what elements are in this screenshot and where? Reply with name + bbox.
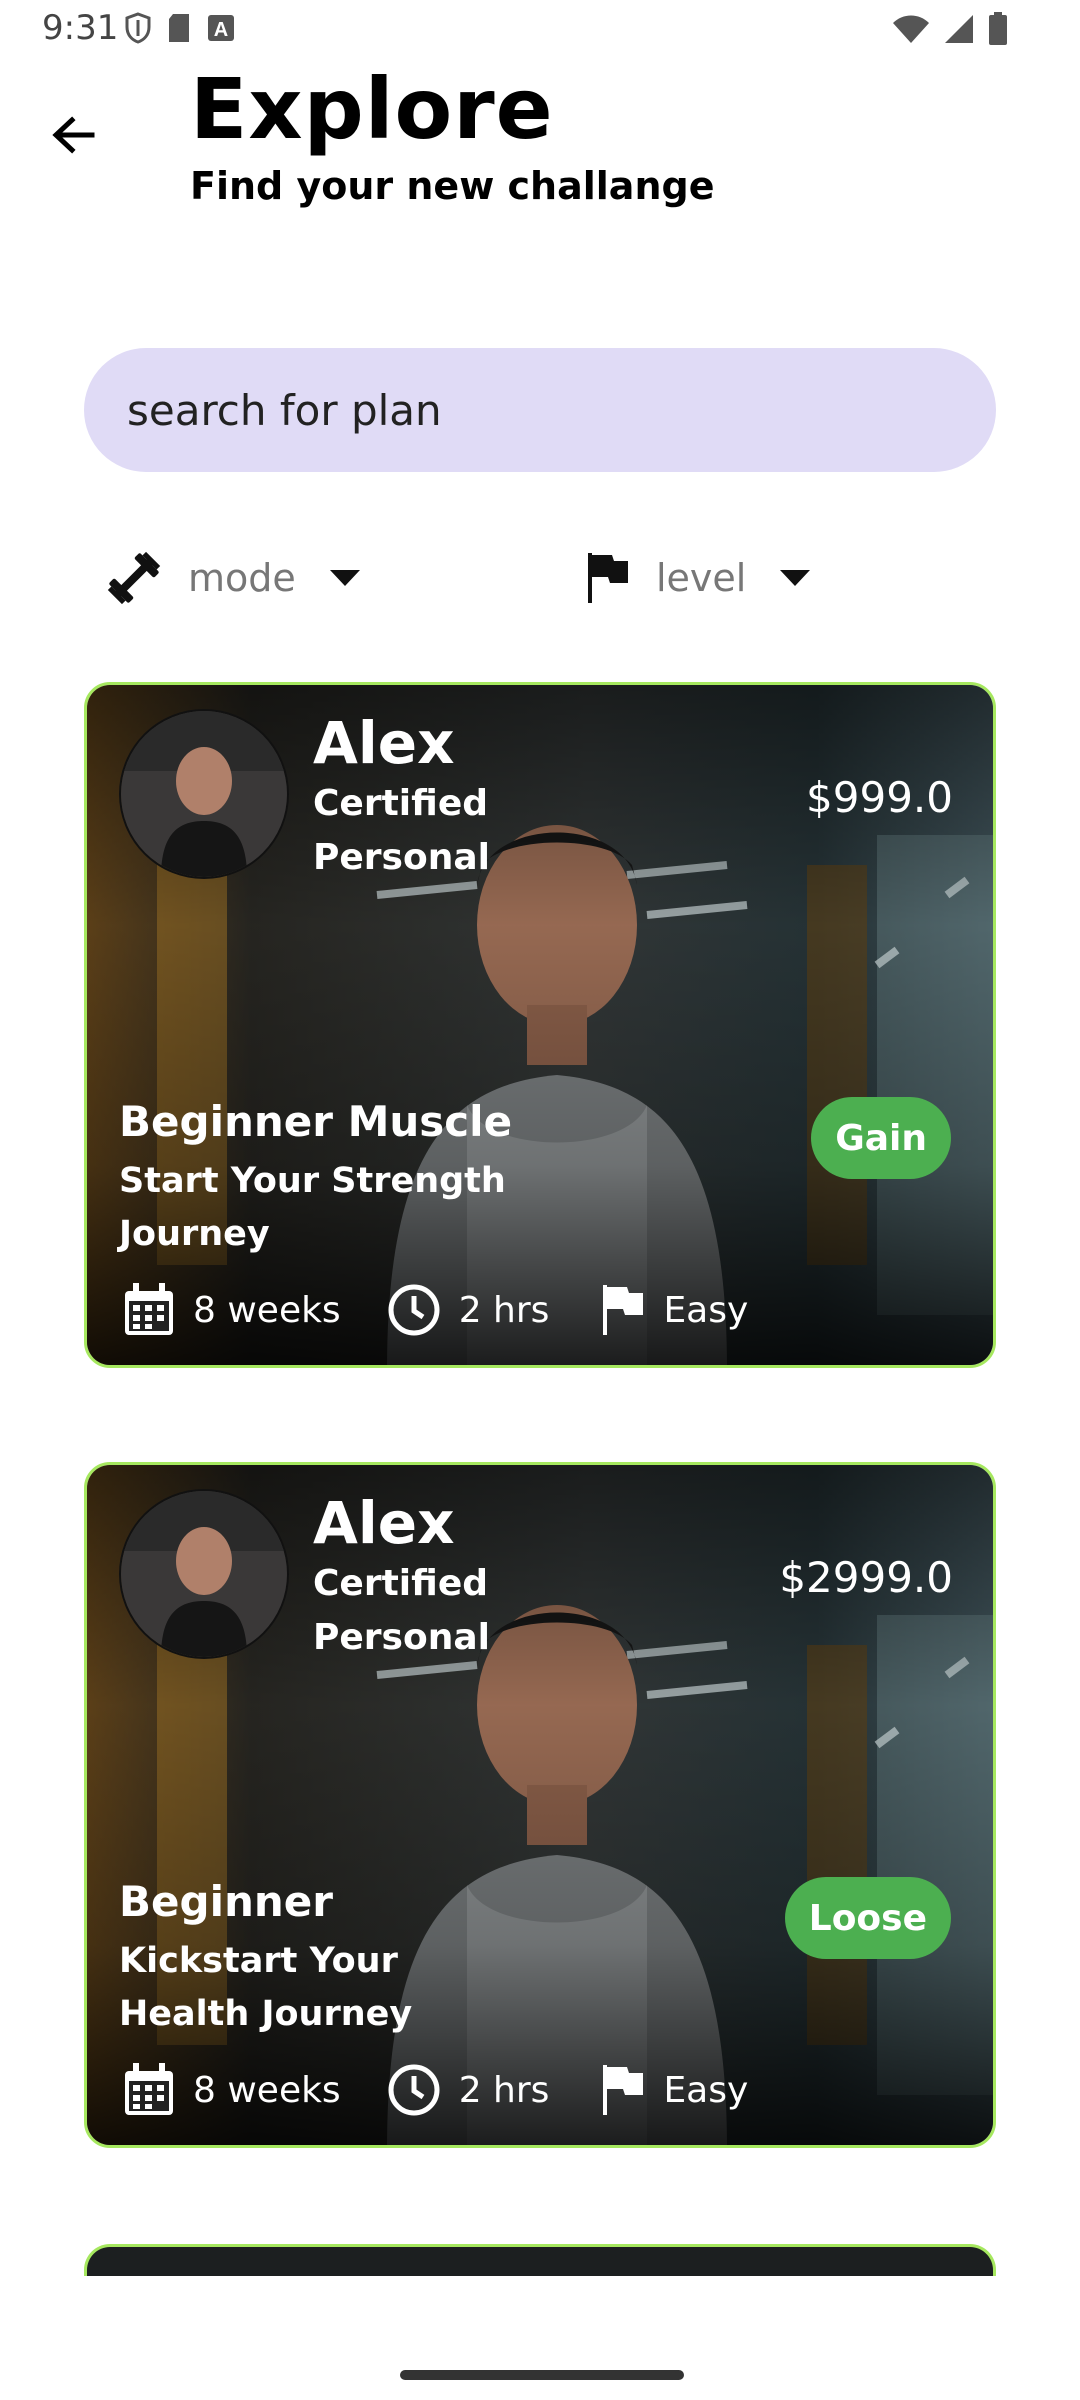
plan-name: Beginner [119, 1877, 333, 1926]
home-indicator[interactable] [400, 2370, 684, 2380]
dumbbell-icon [107, 551, 161, 605]
calendar-icon [125, 1283, 173, 1335]
goal-badge: Gain [811, 1097, 951, 1179]
plan-card[interactable]: Alex Certified Personal $999.0 Beginner … [84, 682, 996, 1368]
clock-icon [388, 1284, 440, 1336]
level-dropdown[interactable]: level [586, 548, 811, 608]
dropdown-arrow-icon [780, 570, 811, 586]
plan-card[interactable]: Alex Certified Personal $2999.0 Beginner… [84, 1462, 996, 2148]
plan-level: Easy [663, 1289, 749, 1331]
status-time: 9:31 [42, 8, 119, 48]
trainer-avatar[interactable] [119, 1489, 289, 1659]
text-icon: A [208, 15, 234, 41]
back-button[interactable] [40, 102, 106, 168]
flag-icon [588, 553, 628, 603]
level-label: level [656, 556, 747, 600]
plan-price: $999.0 [806, 773, 953, 822]
trainer-title: Certified Personal [313, 1563, 490, 1658]
plan-description: Start Your Strength Journey [119, 1161, 506, 1254]
calendar-icon [125, 2063, 173, 2115]
arrow-back-icon [52, 116, 95, 154]
clock-icon [388, 2064, 440, 2116]
plan-level: Easy [663, 2069, 749, 2111]
flag-icon [603, 2065, 644, 2115]
page-subtitle: Find your new challange [190, 164, 715, 208]
status-bar: 9:31 A [0, 0, 1080, 60]
svg-text:A: A [214, 19, 228, 41]
plan-price: $2999.0 [779, 1553, 953, 1602]
search-input[interactable]: search for plan [84, 348, 996, 472]
flag-icon [603, 1285, 644, 1335]
trainer-name: Alex [313, 709, 455, 777]
trainer-title: Certified Personal [313, 783, 490, 878]
trainer-avatar[interactable] [119, 709, 289, 879]
shield-icon [125, 12, 151, 44]
battery-icon [989, 12, 1007, 45]
plan-time: 2 hrs [458, 1289, 550, 1331]
search-placeholder: search for plan [127, 385, 442, 435]
bottom-area [0, 2276, 1080, 2400]
mode-dropdown[interactable]: mode [106, 548, 360, 608]
sd-card-icon [169, 14, 189, 42]
plan-name: Beginner Muscle [119, 1097, 513, 1146]
plan-description: Kickstart Your Health Journey [119, 1941, 413, 2034]
goal-badge: Loose [784, 1877, 951, 1959]
plan-duration: 8 weeks [193, 1289, 341, 1331]
mode-label: mode [188, 556, 296, 600]
page-title: Explore [190, 60, 554, 158]
signal-icon [945, 15, 973, 43]
trainer-name: Alex [313, 1489, 455, 1557]
plan-time: 2 hrs [458, 2069, 550, 2111]
dropdown-arrow-icon [329, 570, 360, 586]
wifi-icon [893, 15, 929, 43]
plan-meta: 8 weeks 2 hrs Easy [123, 2057, 748, 2123]
plan-meta: 8 weeks 2 hrs Easy [123, 1277, 748, 1343]
plan-duration: 8 weeks [193, 2069, 341, 2111]
